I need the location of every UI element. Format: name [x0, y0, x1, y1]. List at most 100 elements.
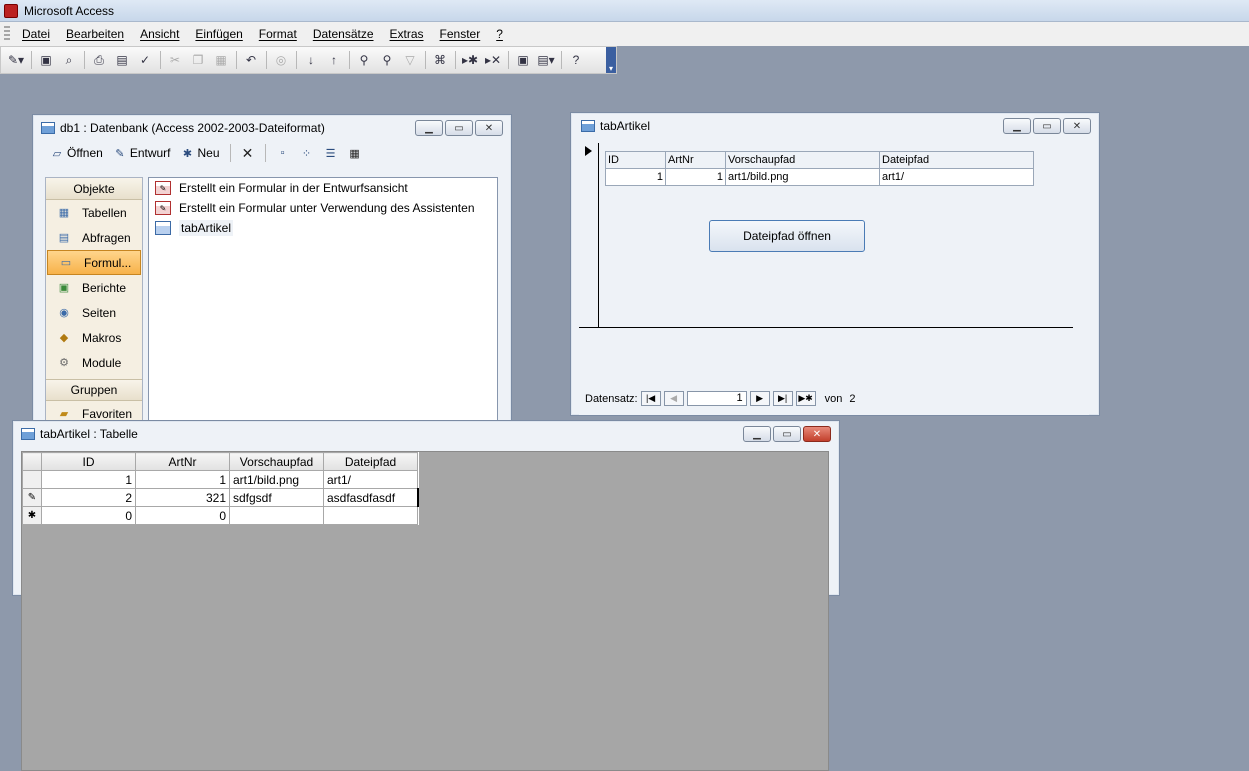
sort-ascending-icon[interactable]: ↓ [300, 50, 322, 70]
list-view-button[interactable]: ☰ [321, 146, 341, 160]
new-object-icon[interactable]: ▤▾ [535, 50, 557, 70]
hyperlink-icon[interactable]: ◎ [270, 50, 292, 70]
nav-item-macros[interactable]: ◆ Makros [46, 325, 142, 350]
toolbar-separator [349, 51, 350, 69]
toolbar-separator [266, 51, 267, 69]
id-cell[interactable]: 2 [41, 488, 136, 507]
id-field[interactable]: 1 [605, 168, 666, 186]
nav-item-reports[interactable]: ▣ Berichte [46, 275, 142, 300]
spelling-icon[interactable]: ✓ [134, 50, 156, 70]
menu-help[interactable]: ? [488, 27, 511, 41]
vorschaupfad-field[interactable]: art1/bild.png [725, 168, 880, 186]
database-window-icon[interactable]: ▣ [512, 50, 534, 70]
undo-icon[interactable]: ↶ [240, 50, 262, 70]
paste-icon[interactable]: ▦ [210, 50, 232, 70]
list-item[interactable]: tabArtikel [149, 218, 497, 238]
artnr-field[interactable]: 1 [665, 168, 726, 186]
menu-datensaetze[interactable]: Datensätze [305, 27, 382, 41]
new-record-icon[interactable]: ▸✱ [459, 50, 481, 70]
copy-icon[interactable]: ❐ [187, 50, 209, 70]
nav-item-modules[interactable]: ⚙ Module [46, 350, 142, 375]
vorschaupfad-cell[interactable]: art1/bild.png [229, 470, 324, 489]
new-record-button[interactable]: ▶✱ [795, 391, 816, 406]
menu-format[interactable]: Format [251, 27, 305, 41]
column-header[interactable]: ArtNr [135, 452, 230, 471]
sort-descending-icon[interactable]: ↑ [323, 50, 345, 70]
close-button[interactable]: ✕ [475, 120, 503, 136]
artnr-cell[interactable]: 321 [135, 488, 230, 507]
save-icon[interactable]: ▣ [35, 50, 57, 70]
menu-einfuegen[interactable]: Einfügen [187, 27, 250, 41]
apply-filter-icon[interactable]: ▽ [399, 50, 421, 70]
minimize-button[interactable]: ▁ [743, 426, 771, 442]
print-icon[interactable]: ⎙ [88, 50, 110, 70]
menu-ansicht[interactable]: Ansicht [132, 27, 187, 41]
menu-fenster[interactable]: Fenster [432, 27, 489, 41]
column-header[interactable]: Vorschaupfad [229, 452, 324, 471]
menu-extras[interactable]: Extras [382, 27, 432, 41]
close-button[interactable]: ✕ [1063, 118, 1091, 134]
dateipfad-field[interactable]: art1/ [879, 168, 1034, 186]
restore-button[interactable]: ▭ [1033, 118, 1061, 134]
filter-by-form-icon[interactable]: ⚲ [376, 50, 398, 70]
artnr-cell[interactable]: 1 [135, 470, 230, 489]
record-number-input[interactable]: 1 [686, 391, 747, 406]
list-item[interactable]: ✎ Erstellt ein Formular unter Verwendung… [149, 198, 497, 218]
view-design-icon[interactable]: ✎▾ [5, 50, 27, 70]
large-icons-button[interactable]: ▫ [273, 146, 293, 160]
last-record-button[interactable]: ▶| [772, 391, 793, 406]
new-record-icon[interactable]: ✱ [22, 506, 42, 525]
cut-icon[interactable]: ✂ [164, 50, 186, 70]
restore-button[interactable]: ▭ [773, 426, 801, 442]
list-item[interactable]: ✎ Erstellt ein Formular in der Entwurfsa… [149, 178, 497, 198]
design-button[interactable]: ✎ Entwurf [110, 146, 174, 160]
menu-bearbeiten[interactable]: Bearbeiten [58, 27, 132, 41]
id-cell[interactable]: 0 [41, 506, 136, 525]
small-icons-button[interactable]: ⁘ [297, 146, 317, 160]
edit-pencil-icon[interactable]: ✎ [22, 488, 42, 507]
open-filepath-button[interactable]: Dateipfad öffnen [709, 220, 865, 252]
first-record-button[interactable]: |◀ [640, 391, 661, 406]
minimize-button[interactable]: ▁ [415, 120, 443, 136]
file-search-icon[interactable]: ⌕ [58, 50, 80, 70]
print-preview-icon[interactable]: ▤ [111, 50, 133, 70]
nav-item-queries[interactable]: ▤ Abfragen [46, 225, 142, 250]
dateipfad-cell[interactable] [323, 506, 418, 525]
column-header[interactable]: Dateipfad [323, 452, 418, 471]
nav-item-pages[interactable]: ◉ Seiten [46, 300, 142, 325]
delete-button[interactable]: ✕ [238, 145, 258, 161]
query-icon: ▤ [58, 232, 70, 244]
find-icon[interactable]: ⌘ [429, 50, 451, 70]
restore-button[interactable]: ▭ [445, 120, 473, 136]
select-all-corner[interactable] [22, 452, 42, 471]
nav-item-tables[interactable]: ▦ Tabellen [46, 200, 142, 225]
form-window-titlebar[interactable]: tabArtikel ▁ ▭ ✕ [571, 113, 1099, 139]
vorschaupfad-cell[interactable]: sdfgsdf [229, 488, 324, 507]
close-button[interactable]: ✕ [803, 426, 831, 442]
details-view-button[interactable]: ▦ [345, 146, 365, 160]
dateipfad-cell[interactable]: asdfasdfasdf [323, 488, 419, 507]
delete-record-icon[interactable]: ▸✕ [482, 50, 504, 70]
objects-header[interactable]: Objekte [46, 178, 142, 200]
vorschaupfad-cell[interactable] [229, 506, 324, 525]
id-cell[interactable]: 1 [41, 470, 136, 489]
toolbar-options-icon[interactable]: ▾ [606, 47, 616, 73]
help-icon[interactable]: ? [565, 50, 587, 70]
dateipfad-cell[interactable]: art1/ [323, 470, 418, 489]
nav-item-forms[interactable]: ▭ Formul... [47, 250, 141, 275]
table-window-titlebar[interactable]: tabArtikel : Tabelle ▁ ▭ ✕ [13, 421, 839, 447]
menu-datei[interactable]: Datei [14, 27, 58, 41]
artnr-cell[interactable]: 0 [135, 506, 230, 525]
minimize-button[interactable]: ▁ [1003, 118, 1031, 134]
menubar-grip-handle[interactable] [4, 26, 10, 42]
new-button[interactable]: ✱ Neu [178, 146, 223, 160]
filter-by-selection-icon[interactable]: ⚲ [353, 50, 375, 70]
database-window-titlebar[interactable]: db1 : Datenbank (Access 2002-2003-Dateif… [33, 115, 511, 141]
record-selector[interactable] [579, 143, 599, 327]
previous-record-button[interactable]: ◀ [663, 391, 684, 406]
next-record-button[interactable]: ▶ [749, 391, 770, 406]
groups-header[interactable]: Gruppen [46, 379, 142, 401]
open-button[interactable]: ▱ Öffnen [47, 146, 106, 160]
column-header[interactable]: ID [41, 452, 136, 471]
row-selector[interactable] [22, 470, 42, 489]
